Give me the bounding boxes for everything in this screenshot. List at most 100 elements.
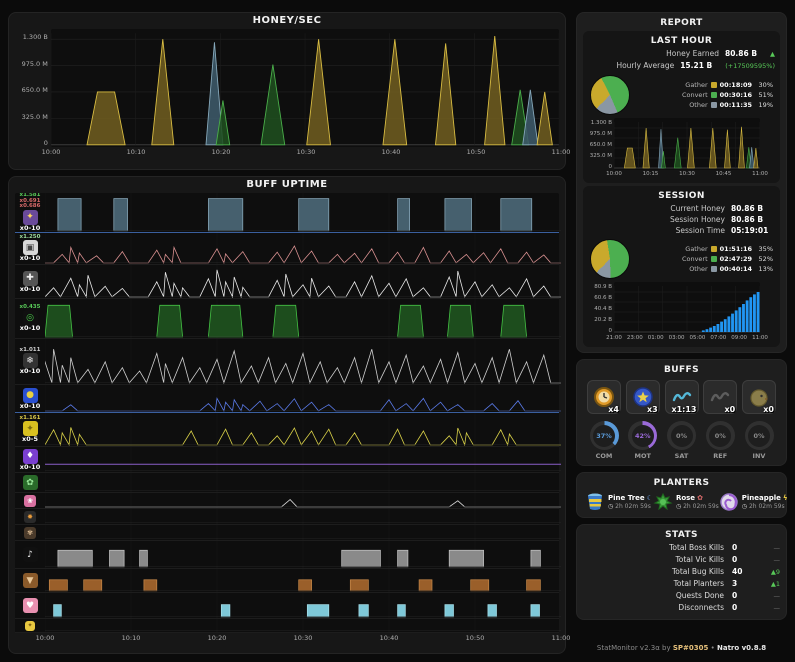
pineapple-planter-icon — [720, 493, 738, 511]
buff-row-jug: ▼ — [15, 569, 561, 593]
last-hour-section: LAST HOUR Honey Earned 80.86 B ▲ Hourly Ave… — [583, 31, 780, 183]
gauge-percent: 0% — [753, 431, 765, 440]
buff-row-music: ♪ — [15, 541, 561, 569]
report-title: REPORT — [660, 18, 703, 28]
session-mini-x-axis: 21:00 23:00 01:00 03:00 05:00 07:00 09:00 11:00 — [606, 334, 768, 343]
y-tick-label: 40.4 B — [594, 306, 612, 312]
y-tick-label: 650.0 M — [21, 86, 48, 94]
footer-separator: • — [708, 644, 717, 652]
gift-icon-cell: ✦ — [15, 619, 45, 632]
stat-label: Session Time — [675, 226, 725, 235]
buff-uptime-panel: BUFF UPTIME x1.581 x0.691 x0.686 ✦ x0-10 x1.2… — [8, 176, 571, 654]
planter-name: Rose ✿ — [675, 493, 703, 502]
gauge-ref: 0% REF — [703, 421, 737, 460]
stat-label: Current Honey — [670, 204, 725, 213]
honey-y-axis: 1.300 B 975.0 M 650.0 M 325.0 M 0 — [15, 29, 51, 147]
heart-icon-cell: ♥ — [15, 593, 45, 618]
planter-field-icon: ϟ — [782, 493, 788, 502]
legend-label: Gather — [685, 81, 708, 89]
planter-name: Pine Tree ☾ — [608, 493, 653, 502]
legend-percent: 19% — [758, 101, 773, 109]
x-tick-label: 10:00 — [35, 634, 55, 642]
planter-info: Pine Tree ☾ ◷ 2h 02m 59s — [608, 494, 653, 511]
stats-label: Disconnects — [678, 603, 724, 612]
jar-icon: ▣ — [22, 240, 38, 256]
stat-value: 15.21 B — [680, 61, 713, 70]
session-mini-chart-wrap: 80.9 B 60.6 B 40.4 B 20.2 B 0 — [588, 282, 775, 334]
honey-per-sec-panel: HONEY/SEC 1.300 B 975.0 M 650.0 M 325.0 M0 … — [8, 12, 571, 170]
honey-x-axis: 10:00 10:10 10:20 10:30 10:40 10:50 11:00 — [42, 147, 571, 158]
planter-time-value: 2h 02m 59s — [615, 502, 651, 510]
stats-delta: — — [773, 592, 781, 600]
planter-timer: ◷ 2h 02m 59s — [742, 503, 788, 511]
last-hour-pie-row: Gather 00:18:09 30% Convert 00:30:16 51% Other… — [588, 75, 775, 115]
buff-chart-paw — [45, 525, 561, 540]
gauge-label: INV — [752, 452, 766, 460]
stats-label: Total Planters — [673, 579, 724, 588]
buff-x-axis: 10:00 10:10 10:20 10:30 10:40 10:50 11:00 — [36, 633, 571, 644]
session-title: SESSION — [658, 191, 705, 201]
footer: StatMonitor v2.3α by SP#0305 • Natro v0.… — [576, 644, 787, 654]
buff-chart-turtle — [45, 473, 561, 492]
rose-planter-icon — [653, 492, 673, 511]
stat-row: Session Honey 80.86 B — [588, 214, 775, 225]
paw-icon-cell: ✾ — [15, 525, 45, 540]
buff-tile-multiplier: x0 — [724, 405, 736, 414]
gauge-percent: 42% — [634, 431, 651, 440]
music-icon: ♪ — [22, 547, 38, 562]
oil-icon: ◎ — [22, 310, 38, 326]
legend-percent: 35% — [758, 245, 773, 253]
y-tick-label: 1.300 B — [590, 120, 612, 126]
legend-row: Convert 00:30:16 51% — [638, 91, 773, 99]
gauge-ring: 37% — [589, 421, 619, 450]
buff-range-label: x0-10 — [19, 324, 41, 333]
x-tick-label: 10:20 — [207, 634, 227, 642]
x-tick-label: 05:00 — [689, 335, 706, 341]
x-tick-label: 11:00 — [551, 634, 571, 642]
jug-icon: ▼ — [22, 573, 38, 588]
cross-icon-cell: ✚ x0-10 — [15, 265, 45, 298]
report-box: REPORT LAST HOUR Honey Earned 80.86 B ▲ Hou… — [576, 12, 787, 353]
buff-chart-snowflake — [45, 339, 561, 384]
buff-rows: x1.581 x0.691 x0.686 ✦ x0-10 x1.250 ▣ x0-10 ✚ x0-… — [15, 193, 561, 633]
legend-label: Gather — [685, 245, 708, 253]
y-tick-label: 0 — [608, 328, 613, 334]
gauge-percent: 37% — [596, 431, 612, 440]
gauge-label: MOT — [634, 452, 651, 460]
buff-tiles: x4 x3 x1:13 x0 x0 — [583, 377, 780, 416]
session-pie-chart — [590, 239, 630, 279]
stats-delta: — — [773, 604, 781, 612]
footer-version: Natro v0.8.8 — [716, 644, 767, 652]
gauge-percent: 0% — [675, 431, 688, 440]
chick-buff-inactive-tile: x0 — [742, 380, 776, 414]
cross-icon: ✚ — [22, 270, 38, 286]
stats-row: Total Planters 3 ▲1 — [583, 578, 780, 590]
buff-range-label: x0-10 — [19, 367, 41, 376]
stats-row: Total Bug Kills 40 ▲9 — [583, 566, 780, 578]
wave-buff-tile: x1:13 — [664, 380, 699, 414]
buff-chart-sprite — [45, 193, 561, 232]
stats-value: 0 — [732, 603, 738, 612]
buff-chart-focus — [45, 447, 561, 472]
stat-label: Honey Earned — [666, 49, 719, 58]
buff-chart-heart — [45, 593, 561, 618]
planter-info: Pineapple ϟ ◷ 2h 02m 59s — [742, 494, 788, 511]
flower-icon-cell: ❀ — [15, 493, 45, 508]
footer-prefix: StatMonitor v2.3α by — [596, 644, 673, 652]
x-tick-label: 11:00 — [752, 171, 768, 177]
gift-icon: ✦ — [25, 620, 35, 631]
buff-panel-title: BUFF UPTIME — [246, 179, 328, 190]
legend-percent: 52% — [758, 255, 773, 263]
gauge-ring: 0% — [667, 421, 696, 450]
stat-row: Honey Earned 80.86 B ▲ — [588, 48, 775, 60]
stat-row: Current Honey 80.86 B — [588, 203, 775, 214]
star-ball-buff-tile: x3 — [625, 380, 660, 414]
last-hour-stat-rows: Honey Earned 80.86 B ▲ Hourly Average 15.21 … — [588, 48, 775, 72]
jug-icon-cell: ▼ — [15, 569, 45, 592]
gauge-com: 37% COM — [587, 421, 621, 460]
buffs-title: BUFFS — [664, 365, 699, 375]
x-tick-label: 01:00 — [647, 335, 664, 341]
legend-time: 00:18:09 — [719, 81, 752, 89]
x-tick-label: 10:30 — [679, 171, 695, 177]
buff-row-spark: ✸ — [15, 509, 561, 525]
